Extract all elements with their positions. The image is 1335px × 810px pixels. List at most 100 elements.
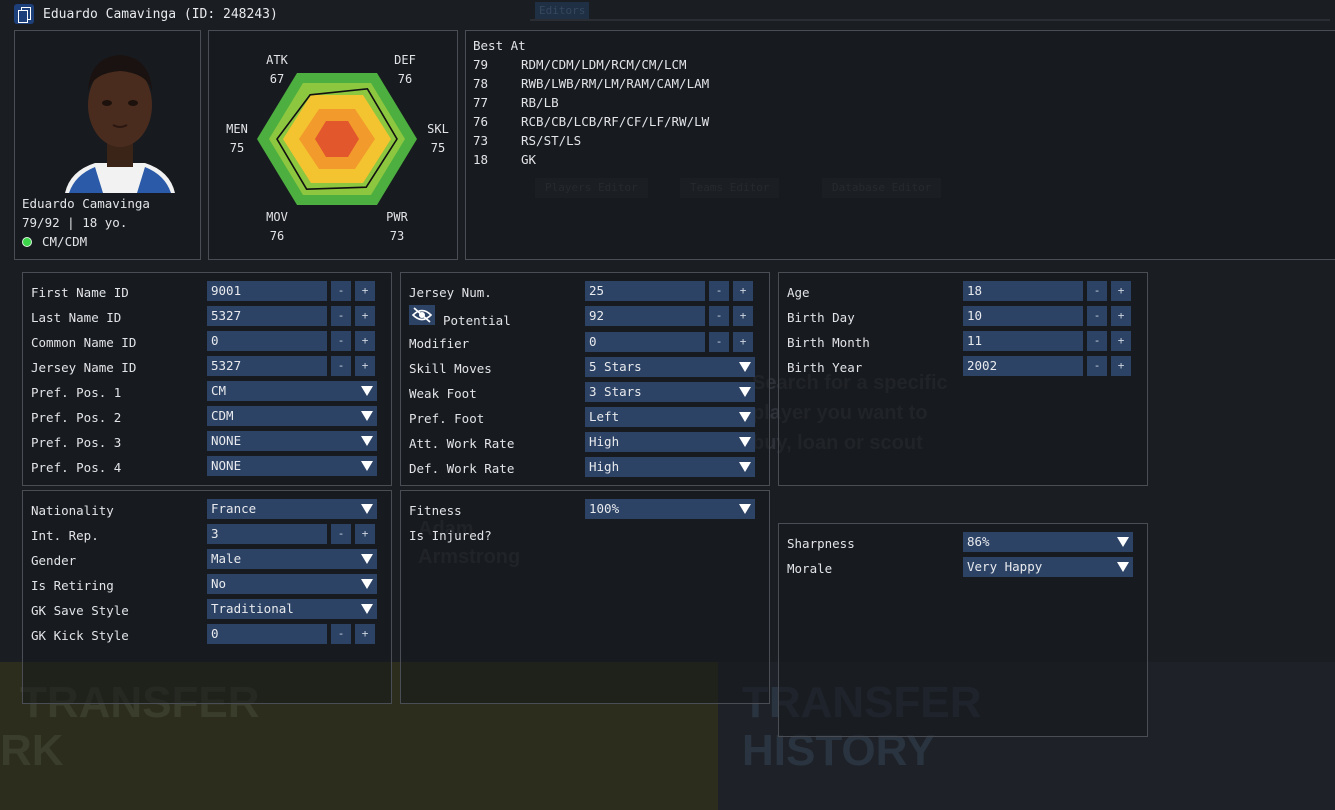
pref-pos-3-select[interactable]: NONE bbox=[207, 431, 377, 451]
personal-panel: Nationality France Int. Rep. 3 - + Gende… bbox=[22, 490, 392, 704]
pref-foot-select[interactable]: Left bbox=[585, 407, 755, 427]
birth-month-minus-button[interactable]: - bbox=[1087, 331, 1107, 351]
dropdown-arrow-icon bbox=[739, 437, 751, 447]
first-name-id-minus-button[interactable]: - bbox=[331, 281, 351, 301]
pref-pos-3-value: NONE bbox=[211, 433, 242, 448]
modifier-plus-button[interactable]: + bbox=[733, 332, 753, 352]
best-at-panel: Best At 79 RDM/CDM/LDM/RCM/CM/LCM 78 RWB/L… bbox=[465, 30, 1335, 260]
last-name-id-minus-button[interactable]: - bbox=[331, 306, 351, 326]
form-panel: Sharpness 86% Morale Very Happy bbox=[778, 523, 1148, 737]
skill-moves-value: 5 Stars bbox=[589, 359, 642, 374]
jersey-num-plus-button[interactable]: + bbox=[733, 281, 753, 301]
is-retiring-value: No bbox=[211, 576, 227, 591]
birth-day-input[interactable]: 10 bbox=[963, 306, 1083, 326]
window-title: Eduardo Camavinga (ID: 248243) bbox=[43, 6, 278, 22]
best-at-rating: 78 bbox=[473, 76, 489, 91]
common-name-id-minus-button[interactable]: - bbox=[331, 331, 351, 351]
dropdown-arrow-icon bbox=[1117, 537, 1129, 547]
sharpness-select[interactable]: 86% bbox=[963, 532, 1133, 552]
birth-year-input[interactable]: 2002 bbox=[963, 356, 1083, 376]
age-plus-button[interactable]: + bbox=[1111, 281, 1131, 301]
profile-panel: Eduardo Camavinga 79/92 | 18 yo. CM/CDM bbox=[14, 30, 201, 260]
jersey-name-id-minus-button[interactable]: - bbox=[331, 356, 351, 376]
modifier-input[interactable]: 0 bbox=[585, 332, 705, 352]
pref-pos-4-select[interactable]: NONE bbox=[207, 456, 377, 476]
best-at-row: 73 RS/ST/LS bbox=[473, 133, 581, 148]
gender-select[interactable]: Male bbox=[207, 549, 377, 569]
radar-def-label: DEF bbox=[394, 53, 416, 67]
birth-year-label: Birth Year bbox=[787, 360, 863, 375]
skill-moves-select[interactable]: 5 Stars bbox=[585, 357, 755, 377]
int-rep-plus-button[interactable]: + bbox=[355, 524, 375, 544]
jersey-num-input[interactable]: 25 bbox=[585, 281, 705, 301]
best-at-row: 18 GK bbox=[473, 152, 536, 167]
gender-value: Male bbox=[211, 551, 242, 566]
radar-panel: ATK 67 DEF 76 MEN 75 SKL 75 MOV 76 PWR 7… bbox=[208, 30, 458, 260]
gk-kick-style-minus-button[interactable]: - bbox=[331, 624, 351, 644]
window-titlebar: Eduardo Camavinga (ID: 248243) bbox=[0, 0, 1335, 28]
birth-day-plus-button[interactable]: + bbox=[1111, 306, 1131, 326]
age-label: Age bbox=[787, 285, 810, 300]
jersey-name-id-plus-button[interactable]: + bbox=[355, 356, 375, 376]
weak-foot-select[interactable]: 3 Stars bbox=[585, 382, 755, 402]
dropdown-arrow-icon bbox=[361, 436, 373, 446]
hide-eye-icon[interactable] bbox=[409, 305, 435, 325]
last-name-id-plus-button[interactable]: + bbox=[355, 306, 375, 326]
pref-foot-label: Pref. Foot bbox=[409, 411, 485, 426]
fitness-panel: Fitness 100% Is Injured? bbox=[400, 490, 770, 704]
radar-pwr-label: PWR bbox=[386, 210, 408, 224]
dropdown-arrow-icon bbox=[361, 554, 373, 564]
sharpness-label: Sharpness bbox=[787, 536, 855, 551]
birth-month-plus-button[interactable]: + bbox=[1111, 331, 1131, 351]
dropdown-arrow-icon bbox=[739, 412, 751, 422]
gk-kick-style-label: GK Kick Style bbox=[31, 628, 129, 643]
first-name-id-label: First Name ID bbox=[31, 285, 129, 300]
gk-save-style-label: GK Save Style bbox=[31, 603, 129, 618]
dropdown-arrow-icon bbox=[361, 386, 373, 396]
potential-minus-button[interactable]: - bbox=[709, 306, 729, 326]
birth-month-input[interactable]: 11 bbox=[963, 331, 1083, 351]
att-work-rate-select[interactable]: High bbox=[585, 432, 755, 452]
birth-year-plus-button[interactable]: + bbox=[1111, 356, 1131, 376]
birth-panel: Age 18 - + Birth Day 10 - + Birth Month … bbox=[778, 272, 1148, 486]
common-name-id-input[interactable]: 0 bbox=[207, 331, 327, 351]
copy-icon[interactable] bbox=[14, 4, 34, 24]
dropdown-arrow-icon bbox=[361, 461, 373, 471]
pref-pos-2-select[interactable]: CDM bbox=[207, 406, 377, 426]
best-at-row: 78 RWB/LWB/RM/LM/RAM/CAM/LAM bbox=[473, 76, 709, 91]
int-rep-minus-button[interactable]: - bbox=[331, 524, 351, 544]
common-name-id-plus-button[interactable]: + bbox=[355, 331, 375, 351]
jersey-num-minus-button[interactable]: - bbox=[709, 281, 729, 301]
pref-pos-1-label: Pref. Pos. 1 bbox=[31, 385, 122, 400]
potential-plus-button[interactable]: + bbox=[733, 306, 753, 326]
morale-select[interactable]: Very Happy bbox=[963, 557, 1133, 577]
modifier-label: Modifier bbox=[409, 336, 470, 351]
def-work-rate-label: Def. Work Rate bbox=[409, 461, 515, 476]
last-name-id-label: Last Name ID bbox=[31, 310, 122, 325]
gk-save-style-select[interactable]: Traditional bbox=[207, 599, 377, 619]
radar-mov-value: 76 bbox=[269, 229, 285, 243]
fitness-value: 100% bbox=[589, 501, 620, 516]
gk-kick-style-plus-button[interactable]: + bbox=[355, 624, 375, 644]
birth-day-minus-button[interactable]: - bbox=[1087, 306, 1107, 326]
fitness-select[interactable]: 100% bbox=[585, 499, 755, 519]
potential-input[interactable]: 92 bbox=[585, 306, 705, 326]
nationality-select[interactable]: France bbox=[207, 499, 377, 519]
age-minus-button[interactable]: - bbox=[1087, 281, 1107, 301]
pref-pos-1-select[interactable]: CM bbox=[207, 381, 377, 401]
def-work-rate-select[interactable]: High bbox=[585, 457, 755, 477]
last-name-id-input[interactable]: 5327 bbox=[207, 306, 327, 326]
jersey-name-id-input[interactable]: 5327 bbox=[207, 356, 327, 376]
nationality-value: France bbox=[211, 501, 257, 516]
int-rep-input[interactable]: 3 bbox=[207, 524, 327, 544]
is-retiring-select[interactable]: No bbox=[207, 574, 377, 594]
birth-year-minus-button[interactable]: - bbox=[1087, 356, 1107, 376]
gk-kick-style-input[interactable]: 0 bbox=[207, 624, 327, 644]
first-name-id-input[interactable]: 9001 bbox=[207, 281, 327, 301]
dropdown-arrow-icon bbox=[361, 411, 373, 421]
modifier-minus-button[interactable]: - bbox=[709, 332, 729, 352]
first-name-id-plus-button[interactable]: + bbox=[355, 281, 375, 301]
weak-foot-label: Weak Foot bbox=[409, 386, 477, 401]
status-dot-icon bbox=[22, 236, 32, 247]
age-input[interactable]: 18 bbox=[963, 281, 1083, 301]
